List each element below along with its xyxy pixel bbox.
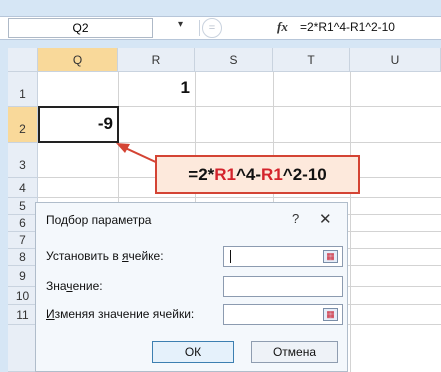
callout-text-part: =2*	[188, 165, 215, 184]
label-text: ение:	[72, 279, 103, 293]
label-text: Зна	[46, 279, 67, 293]
cancel-button[interactable]: Отмена	[251, 341, 338, 363]
callout-text-part: ^2-10	[282, 165, 327, 184]
callout-text-part: ^4-	[236, 165, 262, 184]
set-cell-label: Установить в ячейке:	[46, 249, 164, 263]
ok-button[interactable]: ОК	[152, 341, 234, 363]
changing-cell-input[interactable]: ▦	[223, 304, 343, 325]
label-accelerator: И	[46, 307, 55, 321]
value-input[interactable]	[223, 276, 343, 297]
close-icon[interactable]: ✕	[319, 210, 332, 228]
changing-cell-ref-icon[interactable]: ▦	[323, 308, 338, 321]
label-text: зменяя значение ячейки:	[54, 307, 195, 321]
goal-seek-dialog: Подбор параметра ? ✕ Установить в ячейке…	[35, 202, 348, 372]
callout-cell-ref: R1	[261, 165, 283, 184]
label-text: чейке:	[128, 249, 164, 263]
changing-cell-label: Изменяя значение ячейки:	[46, 307, 194, 321]
value-label: Значение:	[46, 279, 103, 293]
formula-callout: =2*R1^4-R1^2-10	[155, 155, 360, 194]
set-cell-input[interactable]: ▦	[223, 246, 343, 267]
set-cell-ref-icon[interactable]: ▦	[323, 250, 338, 263]
dialog-title: Подбор параметра	[46, 213, 152, 227]
callout-cell-ref: R1	[214, 165, 236, 184]
label-text: Установить в	[46, 249, 123, 263]
help-icon[interactable]: ?	[292, 211, 299, 226]
text-cursor	[230, 250, 231, 263]
